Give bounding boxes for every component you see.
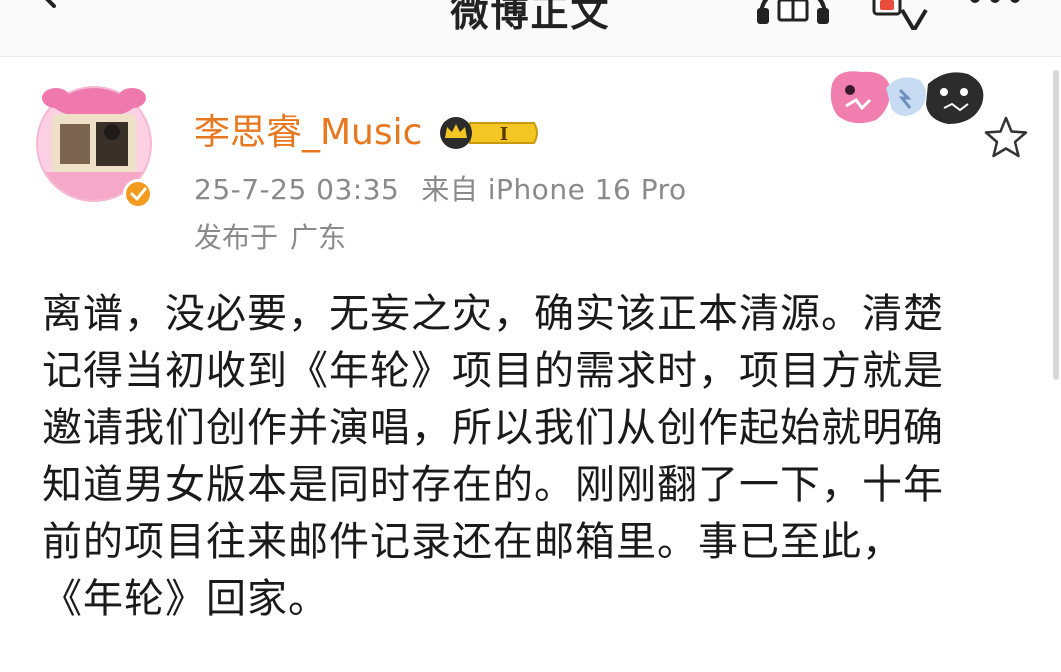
avatar[interactable]	[34, 80, 160, 212]
chevron-left-icon[interactable]	[24, 0, 68, 14]
author-name[interactable]: 李思睿_Music	[194, 108, 422, 158]
scrollbar[interactable]	[1053, 70, 1059, 380]
post-meta: 25-7-25 03:35 来自 iPhone 16 Pro	[194, 170, 687, 210]
post-location: 发布于 广东	[194, 218, 346, 258]
vip-crown-badge-icon[interactable]: I	[436, 115, 540, 151]
page-title: 微博正文	[450, 0, 611, 35]
post-text-line: 邀请我们创作并演唱，所以我们从创作起始就明确	[42, 405, 944, 451]
more-icon[interactable]	[965, 0, 1025, 12]
post-text-line: 记得当初收到《年轮》项目的需求时，项目方就是	[42, 348, 944, 394]
location-label: 发布于	[194, 221, 279, 254]
author-row: 李思睿_Music I	[194, 108, 540, 158]
verified-check-icon	[123, 179, 153, 209]
vip-badge-level: I	[500, 124, 508, 145]
card-decoration-stickers	[830, 71, 984, 124]
listen-icon[interactable]	[755, 0, 831, 26]
post-content[interactable]: 离谱，没必要，无妄之灾，确实该正本清源。清楚 记得当初收到《年轮》项目的需求时，…	[42, 286, 1022, 628]
post-text-line: 知道男女版本是同时存在的。刚刚翻了一下，十年	[42, 462, 944, 508]
post-text-line: 《年轮》回家。	[42, 576, 329, 622]
post-text-line: 前的项目往来邮件记录还在邮箱里。事已至此，	[42, 519, 903, 565]
post-time: 25-7-25 03:35	[194, 173, 400, 206]
translate-icon[interactable]	[870, 0, 930, 30]
post-source: 来自 iPhone 16 Pro	[421, 173, 687, 206]
post-text-line: 离谱，没必要，无妄之灾，确实该正本清源。清楚	[42, 291, 944, 337]
location-value: 广东	[290, 221, 347, 254]
star-outline-icon[interactable]	[982, 114, 1030, 162]
weibo-post-page: 微博正文 李思睿_Music I 25-7-25 03:35 来自 iPhone…	[0, 0, 1061, 672]
top-nav-bar: 微博正文	[0, 0, 1061, 57]
